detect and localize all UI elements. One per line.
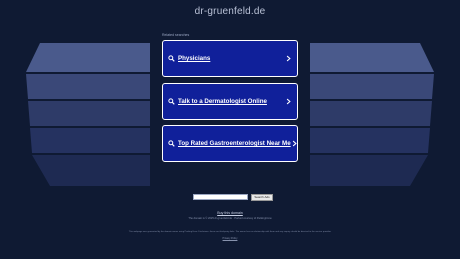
left-band-3 [28, 101, 150, 126]
related-link-gastroenterologist[interactable]: Top Rated Gastroenterologist Near Me [162, 125, 298, 162]
chevron-right-icon [285, 98, 292, 105]
search-bar: Search Ads [193, 194, 273, 201]
related-link-label: Physicians [178, 55, 211, 62]
right-band-4 [310, 128, 430, 153]
left-band-1 [26, 43, 150, 72]
related-link-physicians[interactable]: Physicians [162, 40, 298, 77]
search-icon [168, 55, 175, 62]
related-link-dermatologist[interactable]: Talk to a Dermatologist Online [162, 83, 298, 120]
chevron-right-icon [291, 140, 298, 147]
privacy-policy-link[interactable]: Privacy Policy [0, 237, 460, 240]
related-searches-label: Related searches [162, 33, 190, 37]
copyright-text: The domain is © 2025 dr-gruenfeld.de · P… [188, 217, 272, 220]
disclaimer-text: This webpage was generated by the domain… [128, 231, 332, 233]
right-band-2 [310, 74, 434, 99]
search-icon [168, 98, 175, 105]
left-band-2 [26, 74, 150, 99]
buy-domain-link[interactable]: Buy this domain [0, 211, 460, 215]
search-input[interactable] [193, 194, 248, 200]
left-band-5 [32, 155, 150, 186]
domain-title: dr-gruenfeld.de [194, 6, 266, 17]
search-button[interactable]: Search Ads [251, 194, 273, 201]
chevron-right-icon [285, 55, 292, 62]
related-link-label: Talk to a Dermatologist Online [178, 98, 267, 105]
right-band-1 [310, 43, 434, 72]
search-icon [168, 140, 175, 147]
related-link-label: Top Rated Gastroenterologist Near Me [178, 140, 291, 147]
right-band-3 [310, 101, 432, 126]
right-band-5 [310, 155, 428, 186]
left-band-4 [30, 128, 150, 153]
